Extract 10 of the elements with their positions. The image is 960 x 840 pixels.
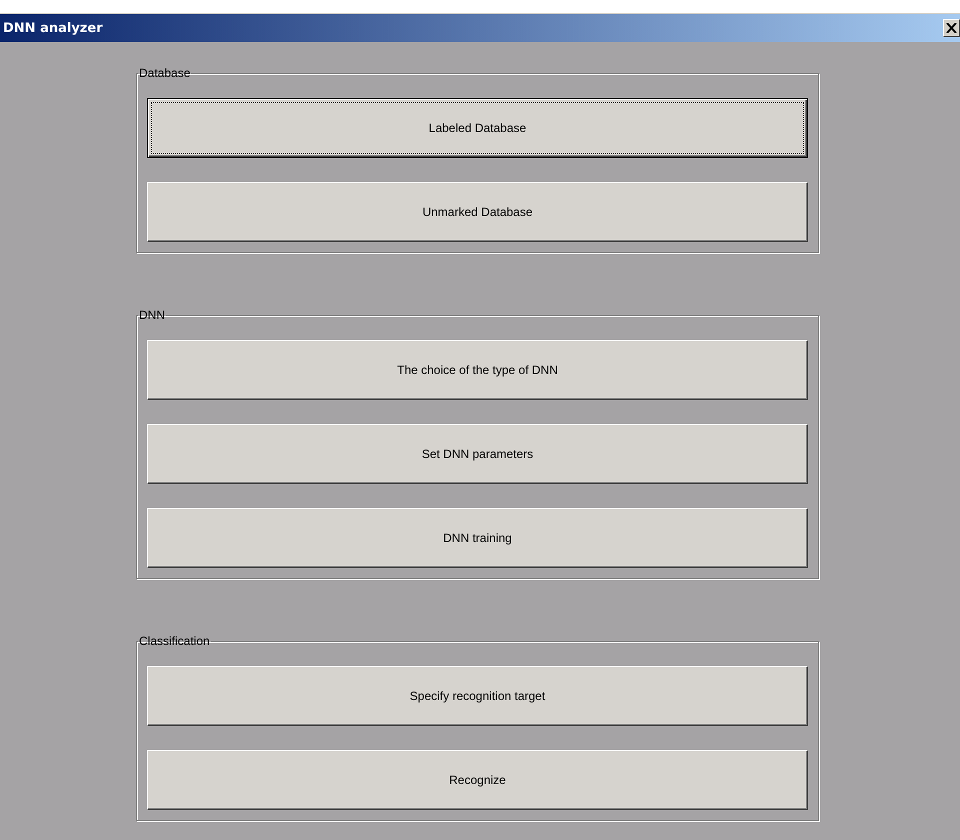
window-title: DNN analyzer (3, 20, 103, 36)
action-button[interactable]: Recognize (147, 750, 808, 810)
action-button[interactable]: Specify recognition target (147, 666, 808, 726)
close-icon (946, 23, 957, 33)
action-button[interactable]: Set DNN parameters (147, 424, 808, 484)
action-button[interactable]: The choice of the type of DNN (147, 340, 808, 400)
action-button[interactable]: Labeled Database (147, 98, 808, 158)
action-button[interactable]: DNN training (147, 508, 808, 568)
close-button[interactable] (943, 19, 960, 37)
action-button[interactable]: Unmarked Database (147, 182, 808, 242)
